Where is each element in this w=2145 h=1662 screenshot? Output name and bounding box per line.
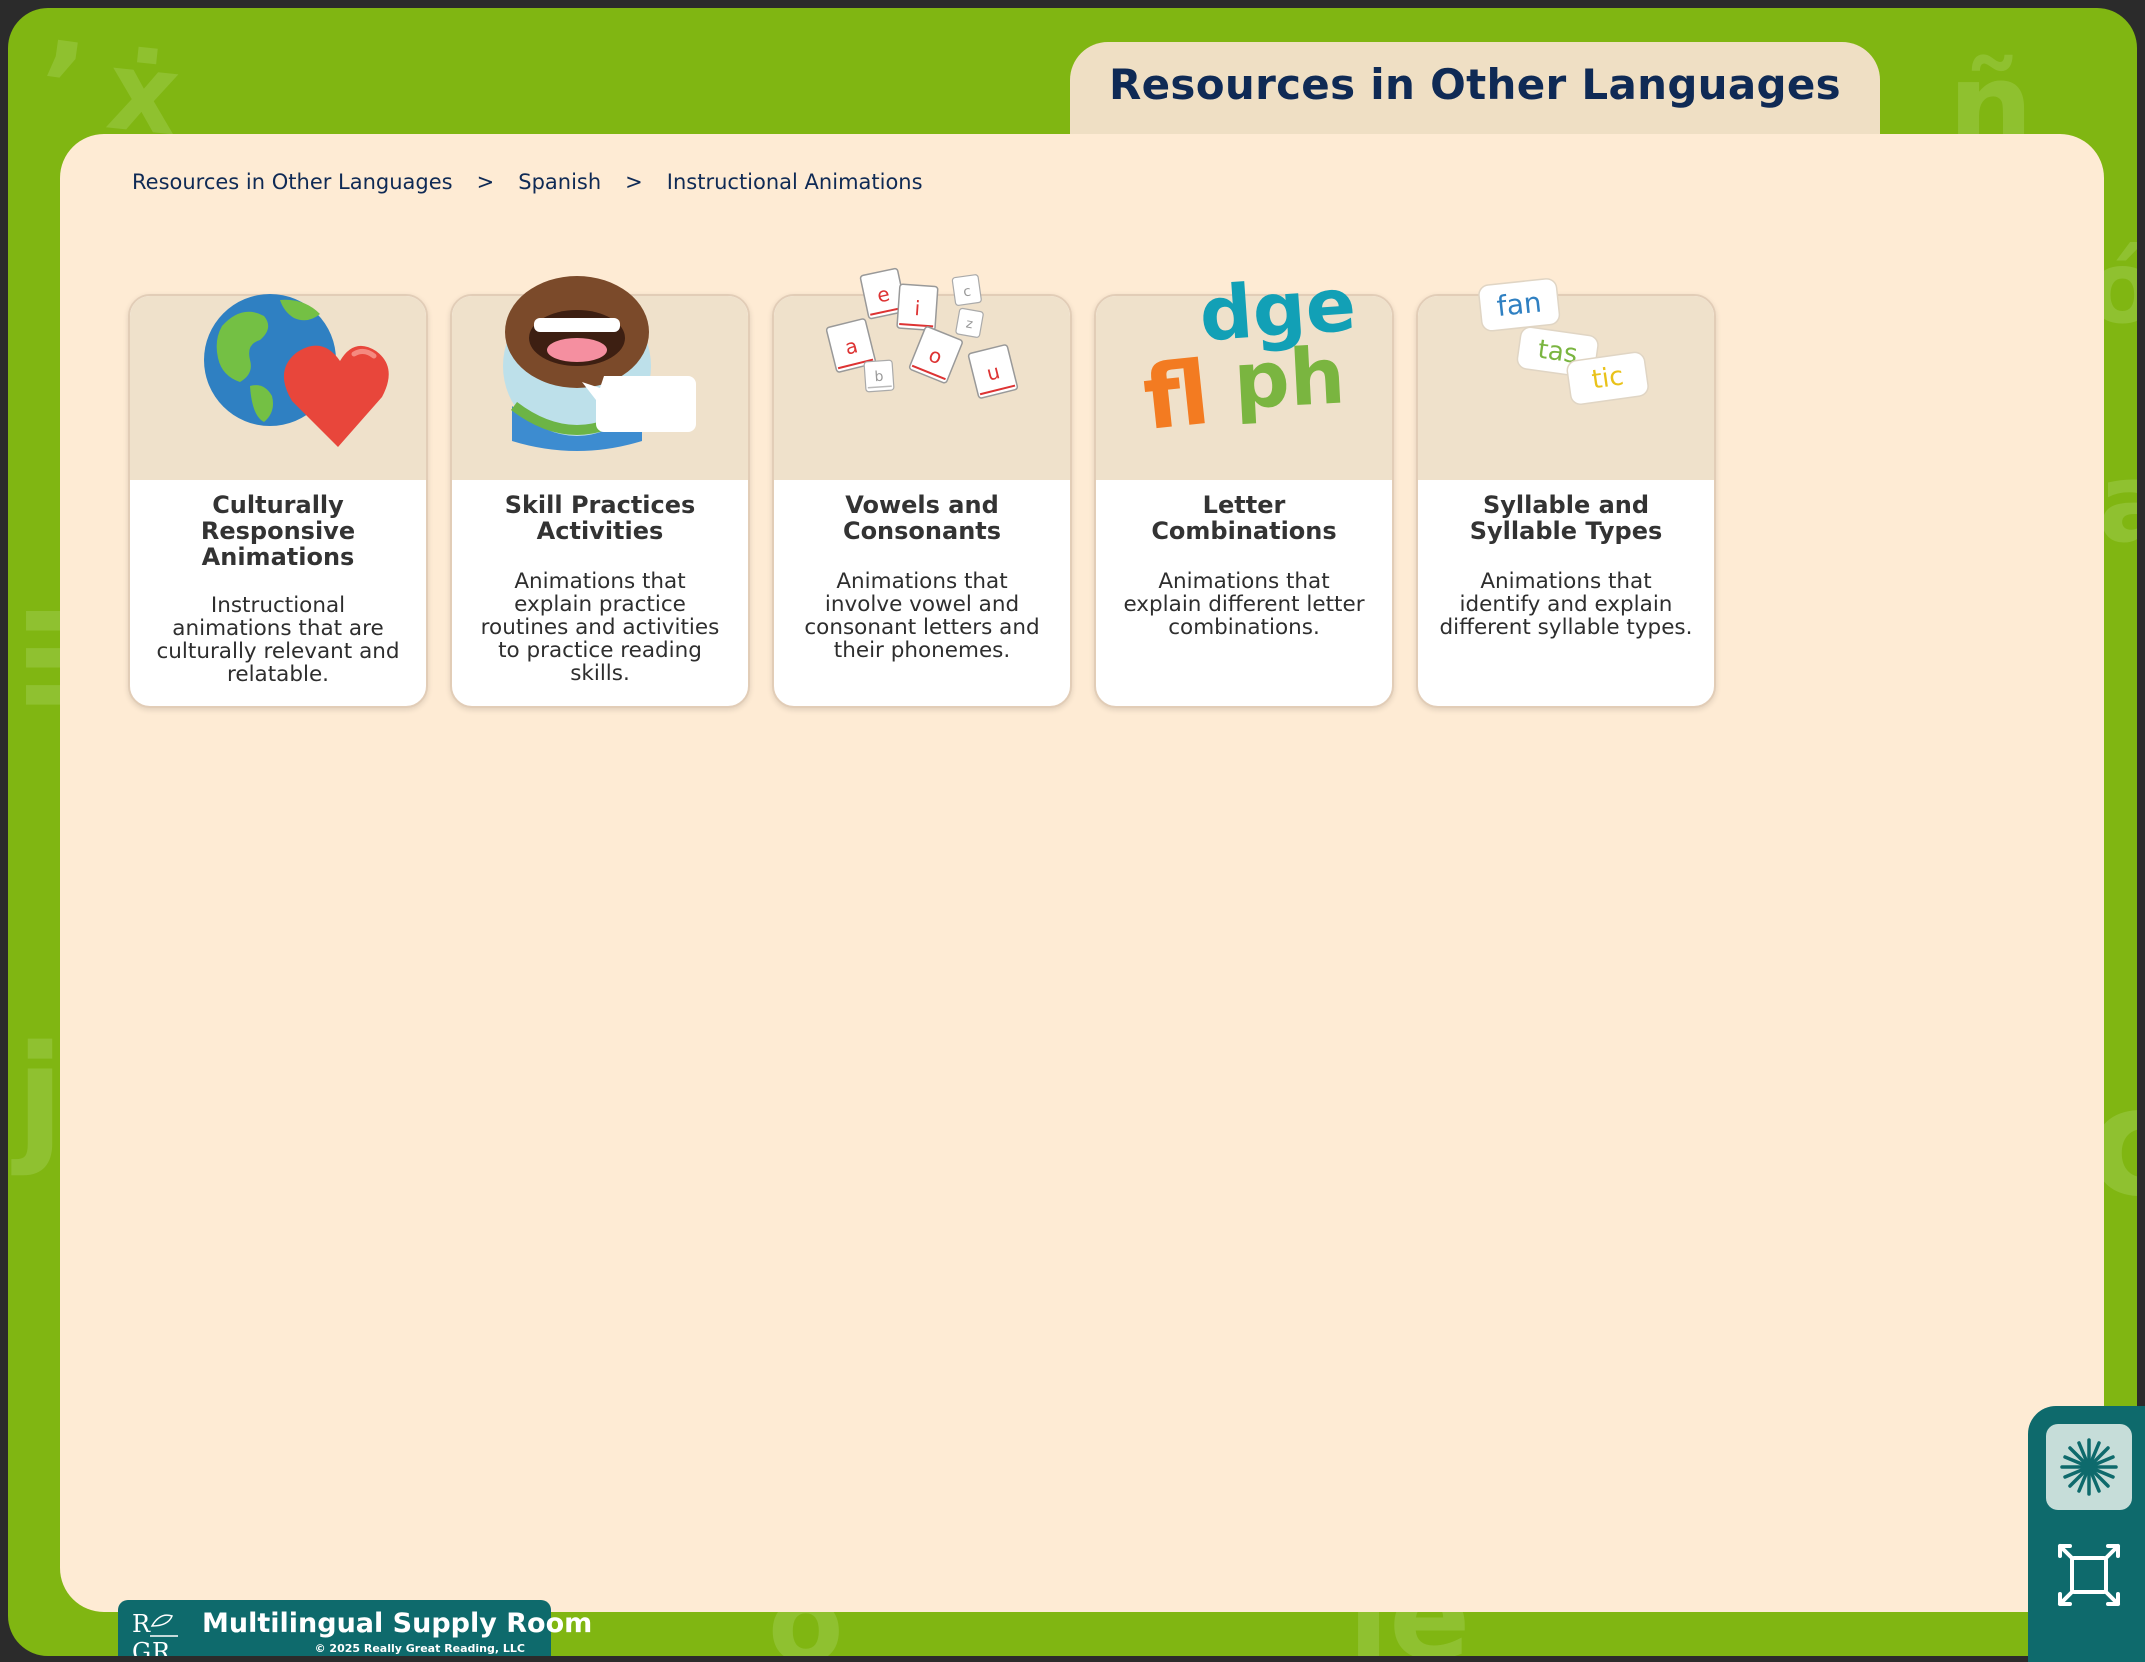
main-panel: Resources in Other Languages > Spanish > Ins…: [60, 134, 2104, 1612]
sparkle-icon: [2060, 1438, 2118, 1496]
svg-text:tic: tic: [1590, 361, 1626, 395]
card-description: Instructional animations that are cultur…: [156, 593, 400, 687]
card-description: Animations that involve vowel and conson…: [804, 569, 1040, 663]
letter-cards-icon: e i c a z o b u: [825, 267, 1019, 399]
background-letter: j: [16, 1016, 64, 1179]
svg-text:fl: fl: [1139, 341, 1215, 450]
speaking-mouth-icon: [503, 276, 696, 451]
card-description: Animations that explain practice routine…: [480, 569, 720, 686]
card-title: Vowels and Consonants: [842, 491, 1002, 545]
card-syllable-types[interactable]: fan tas tic Syllable and Syllable Types …: [1416, 278, 1716, 708]
breadcrumb: Resources in Other Languages > Spanish > Ins…: [132, 170, 923, 194]
app-frame: ʼ ẋ ≡ j ñ ó ą c ó le Resources in Other …: [8, 8, 2137, 1656]
card-description: Animations that identify and explain dif…: [1439, 569, 1693, 640]
card-title: Letter Combinations: [1151, 491, 1337, 545]
svg-text:b: b: [874, 369, 884, 386]
sparkle-button[interactable]: [2046, 1424, 2132, 1510]
svg-text:fan: fan: [1495, 286, 1543, 323]
card-culturally-responsive[interactable]: Culturally Responsive Animations Instruc…: [128, 294, 428, 708]
brand-name: Multilingual Supply Room: [202, 1608, 593, 1639]
breadcrumb-separator: >: [625, 170, 643, 194]
page-title: Resources in Other Languages: [1109, 60, 1841, 109]
svg-text:ph: ph: [1231, 331, 1347, 427]
card-title: Culturally Responsive Animations: [200, 491, 356, 571]
letter-combinations-icon: dge fl ph: [1139, 262, 1359, 450]
copyright-text: © 2025 Really Great Reading, LLC: [314, 1642, 525, 1655]
fullscreen-button[interactable]: [2056, 1542, 2122, 1608]
breadcrumb-separator: >: [476, 170, 495, 194]
footer-brand: R G R Multilingual Supply Room © 2025 Re…: [118, 1600, 592, 1656]
card-title: Skill Practices Activities: [504, 491, 696, 545]
svg-text:R: R: [132, 1610, 151, 1638]
side-tool-tray: [2028, 1406, 2145, 1662]
card-description: Animations that explain different letter…: [1123, 569, 1365, 640]
fullscreen-icon: [2058, 1544, 2120, 1606]
syllable-cards-icon: fan tas tic: [1478, 278, 1649, 406]
card-letter-combinations[interactable]: dge fl ph Letter Combinations Animations…: [1094, 262, 1394, 708]
card-title: Syllable and Syllable Types: [1469, 491, 1663, 545]
background-letter: ʼ: [28, 15, 94, 160]
card-skill-practices[interactable]: Skill Practices Activities Animations th…: [450, 276, 750, 708]
svg-text:R: R: [152, 1638, 171, 1656]
breadcrumb-item-current[interactable]: Instructional Animations: [667, 170, 923, 194]
svg-text:G: G: [132, 1638, 151, 1656]
globe-heart-icon: [204, 294, 389, 447]
breadcrumb-item-resources[interactable]: Resources in Other Languages: [132, 170, 453, 194]
card-vowels-consonants[interactable]: e i c a z o b u Vowels and Consonants An…: [772, 267, 1072, 708]
rgr-logo-icon: R G R: [132, 1610, 178, 1656]
breadcrumb-item-spanish[interactable]: Spanish: [518, 170, 601, 194]
